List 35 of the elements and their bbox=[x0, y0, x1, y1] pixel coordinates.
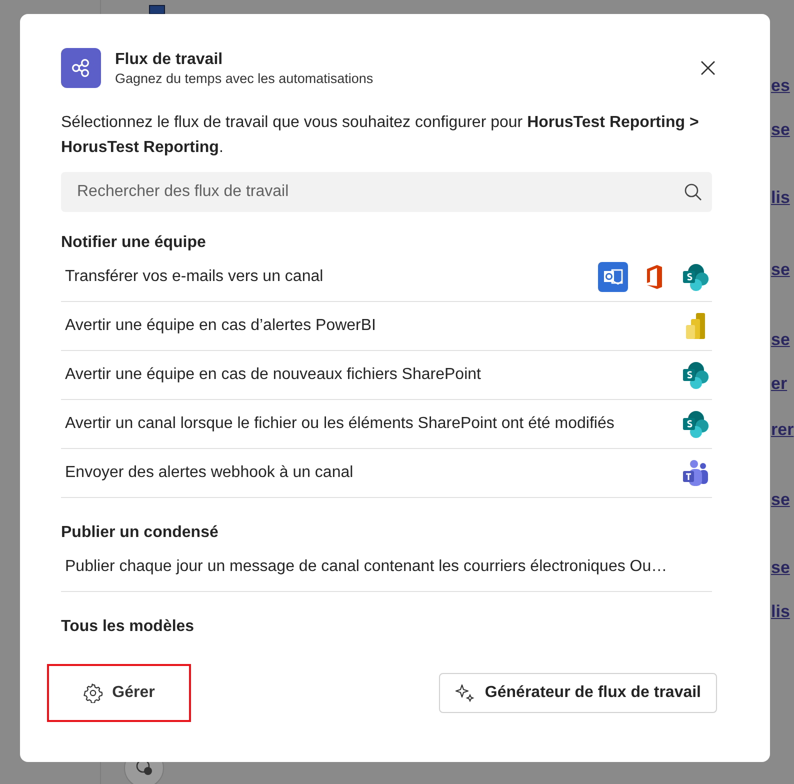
dialog-title: Flux de travail bbox=[115, 50, 224, 68]
sharepoint-icon bbox=[680, 262, 710, 292]
outlook-icon bbox=[598, 262, 628, 292]
settings-icon bbox=[83, 683, 104, 703]
section-heading: Tous les modèles bbox=[61, 618, 196, 636]
section-heading: Notifier une équipe bbox=[61, 234, 207, 252]
workflow-item[interactable]: Transférer vos e-mails vers un canal bbox=[61, 253, 712, 302]
link-text[interactable]: es bbox=[771, 76, 790, 96]
link-text[interactable]: se bbox=[771, 330, 790, 350]
sharepoint-icon bbox=[680, 409, 710, 439]
link-text[interactable]: se bbox=[771, 558, 790, 578]
dialog-subtitle: Gagnez du temps avec les automatisations bbox=[115, 70, 374, 86]
link-text[interactable]: se bbox=[771, 490, 790, 510]
intro-text: Sélectionnez le flux de travail que vous souhaitez configurer pour HorusTest Reporting > HorusTest Reporting. bbox=[61, 113, 700, 158]
link-text[interactable]: er bbox=[771, 374, 788, 394]
link-text[interactable]: lis bbox=[771, 602, 790, 622]
search-icon bbox=[684, 183, 702, 201]
teams-icon bbox=[680, 458, 710, 488]
workflow-icon bbox=[61, 48, 101, 88]
close-icon bbox=[700, 60, 716, 76]
sharepoint-icon bbox=[680, 360, 710, 390]
link-text[interactable]: se bbox=[771, 260, 790, 280]
manage-button[interactable]: Gérer bbox=[47, 664, 191, 722]
link-text[interactable]: rer bbox=[771, 420, 794, 440]
sparkle-icon bbox=[454, 683, 475, 703]
generator-button[interactable]: Générateur de flux de travail bbox=[438, 673, 717, 713]
workflow-item[interactable]: Publier chaque jour un message de canal contenant les courriers électroniques Ou… bbox=[61, 543, 712, 592]
search-field[interactable]: Rechercher des flux de travail bbox=[61, 172, 712, 212]
section-heading: Publier un condensé bbox=[61, 524, 220, 542]
link-text[interactable]: se bbox=[771, 120, 790, 140]
workflow-item[interactable]: Avertir un canal lorsque le fichier ou les éléments SharePoint ont été modifiés bbox=[61, 400, 712, 449]
workflow-item[interactable]: Avertir une équipe en cas d’alertes PowerBI bbox=[61, 302, 712, 351]
link-text[interactable]: lis bbox=[771, 188, 790, 208]
workflow-item[interactable]: Avertir une équipe en cas de nouveaux fichiers SharePoint bbox=[61, 351, 712, 400]
workflow-item[interactable]: Envoyer des alertes webhook à un canal bbox=[61, 449, 712, 498]
